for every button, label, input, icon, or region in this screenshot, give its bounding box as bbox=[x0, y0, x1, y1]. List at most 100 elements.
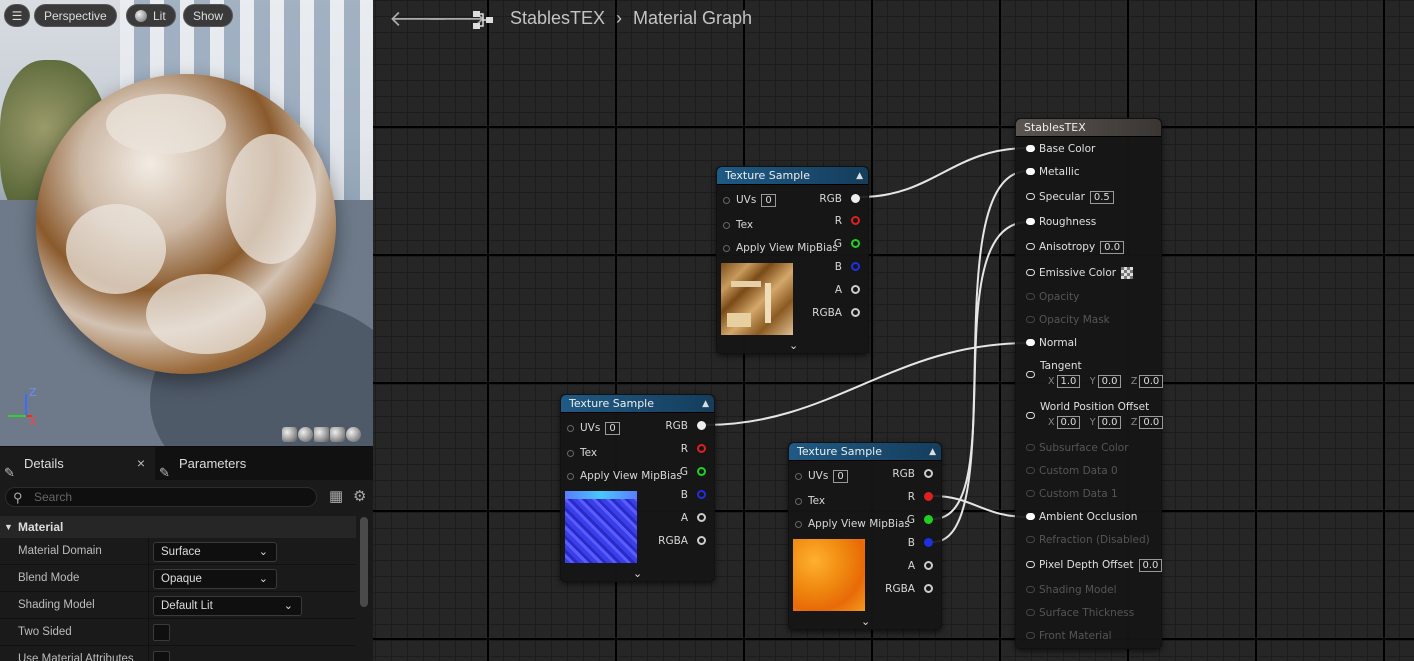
wpo-y-field[interactable]: 0.0 bbox=[1097, 416, 1122, 429]
rgba-output-pin[interactable] bbox=[924, 584, 933, 593]
material-preview-viewport[interactable]: ☰ Perspective Lit Show Z X bbox=[0, 0, 373, 446]
world-position-offset-pin[interactable]: World Position Offset bbox=[1026, 400, 1149, 419]
viewport-menu-button[interactable]: ☰ bbox=[4, 4, 30, 27]
b-output-pin[interactable] bbox=[851, 262, 860, 271]
collapse-icon[interactable]: ▲ bbox=[702, 395, 709, 413]
pin-label: Opacity Mask bbox=[1039, 314, 1110, 326]
rgb-output-pin[interactable] bbox=[851, 194, 860, 203]
r-output-pin[interactable] bbox=[851, 216, 860, 225]
shading-model-dropdown[interactable]: Default Lit ⌄ bbox=[153, 596, 302, 616]
expand-chevron-icon[interactable]: ⌄ bbox=[633, 567, 642, 580]
node-header[interactable]: Texture Sample ▲ bbox=[789, 443, 941, 461]
use-material-attributes-checkbox[interactable] bbox=[153, 651, 170, 661]
pin-label: Apply View MipBias bbox=[580, 470, 682, 482]
g-output-pin[interactable] bbox=[924, 515, 933, 524]
specular-pin[interactable]: Specular 0.5 bbox=[1026, 190, 1114, 204]
r-output-pin[interactable] bbox=[697, 444, 706, 453]
texture-sample-node-3[interactable]: Texture Sample ▲ UVs 0 Tex Apply View MipB… bbox=[788, 442, 942, 630]
a-output-pin[interactable] bbox=[851, 285, 860, 294]
normal-pin[interactable]: Normal bbox=[1026, 336, 1077, 350]
a-output-pin[interactable] bbox=[924, 561, 933, 570]
tangent-y-field[interactable]: 0.0 bbox=[1097, 375, 1122, 388]
blend-mode-dropdown[interactable]: Opaque ⌄ bbox=[153, 569, 277, 589]
rgb-output-pin[interactable] bbox=[697, 421, 706, 430]
collapse-icon[interactable]: ▲ bbox=[929, 443, 936, 461]
collapse-icon[interactable]: ▲ bbox=[856, 167, 863, 185]
r-output-pin[interactable] bbox=[924, 492, 933, 501]
material-category-header[interactable]: ▼ Material bbox=[0, 516, 356, 538]
lit-sphere-icon bbox=[135, 10, 147, 22]
tab-parameters[interactable]: ✎ Parameters bbox=[155, 447, 335, 480]
node-header[interactable]: Texture Sample ▲ bbox=[717, 167, 868, 185]
node-header[interactable]: Texture Sample ▲ bbox=[561, 395, 714, 413]
search-icon: ⚲ bbox=[13, 490, 23, 505]
rgb-output-pin[interactable] bbox=[924, 469, 933, 478]
pin-label: Subsurface Color bbox=[1039, 442, 1129, 454]
pin-label: Tex bbox=[580, 447, 598, 459]
mipbias-input-pin[interactable]: Apply View MipBias bbox=[723, 241, 838, 255]
pin-label: Tex bbox=[736, 219, 754, 231]
uvs-input-pin[interactable]: UVs 0 bbox=[567, 421, 620, 435]
rgba-output-pin[interactable] bbox=[851, 308, 860, 317]
cube-preview-icon[interactable] bbox=[330, 427, 345, 442]
material-domain-dropdown[interactable]: Surface ⌄ bbox=[153, 542, 277, 562]
expand-chevron-icon[interactable]: ⌄ bbox=[861, 615, 870, 628]
wpo-x-field[interactable]: 0.0 bbox=[1056, 416, 1081, 429]
show-button[interactable]: Show bbox=[183, 4, 234, 27]
tangent-z-field[interactable]: 0.0 bbox=[1139, 375, 1164, 388]
pdo-value-field[interactable]: 0.0 bbox=[1138, 559, 1163, 572]
close-icon[interactable]: × bbox=[137, 447, 145, 480]
cylinder-preview-icon[interactable] bbox=[282, 427, 297, 442]
tangent-x-field[interactable]: 1.0 bbox=[1056, 375, 1081, 388]
a-output-pin[interactable] bbox=[697, 513, 706, 522]
b-output-pin[interactable] bbox=[697, 490, 706, 499]
plane-preview-icon[interactable] bbox=[314, 427, 329, 442]
uvs-input-pin[interactable]: UVs 0 bbox=[723, 193, 776, 207]
sphere-preview-icon[interactable] bbox=[298, 427, 313, 442]
tangent-vector-fields: X 1.0 Y 0.0 Z 0.0 bbox=[1048, 374, 1164, 388]
rgba-output-pin[interactable] bbox=[697, 536, 706, 545]
gear-icon[interactable]: ⚙ bbox=[353, 487, 366, 505]
tab-details[interactable]: ✎ Details × bbox=[0, 447, 155, 480]
wpo-z-field[interactable]: 0.0 bbox=[1139, 416, 1164, 429]
mipbias-input-pin[interactable]: Apply View MipBias bbox=[567, 469, 682, 483]
b-output-pin[interactable] bbox=[924, 538, 933, 547]
teapot-preview-icon[interactable] bbox=[346, 427, 361, 442]
texture-sample-node-2[interactable]: Texture Sample ▲ UVs 0 Tex Apply View MipB… bbox=[560, 394, 715, 582]
tex-input-pin[interactable]: Tex bbox=[567, 446, 597, 460]
tex-input-pin[interactable]: Tex bbox=[723, 218, 753, 232]
color-swatch-icon[interactable] bbox=[1121, 267, 1134, 279]
roughness-pin[interactable]: Roughness bbox=[1026, 215, 1096, 229]
anisotropy-value-field[interactable]: 0.0 bbox=[1100, 241, 1125, 254]
result-node-header[interactable]: StablesTEX bbox=[1016, 119, 1161, 137]
material-graph-canvas[interactable]: 🡐 🡒 StablesTEX › Material Graph Texture … bbox=[373, 0, 1414, 661]
hamburger-icon: ☰ bbox=[11, 9, 23, 23]
expand-chevron-icon[interactable]: ⌄ bbox=[789, 339, 798, 352]
uvs-value-field[interactable]: 0 bbox=[833, 470, 848, 483]
details-scrollbar[interactable] bbox=[360, 517, 368, 607]
base-color-pin[interactable]: Base Color bbox=[1026, 142, 1095, 156]
two-sided-checkbox[interactable] bbox=[153, 624, 170, 641]
anisotropy-pin[interactable]: Anisotropy 0.0 bbox=[1026, 240, 1125, 254]
uvs-value-field[interactable]: 0 bbox=[761, 194, 776, 207]
specular-value-field[interactable]: 0.5 bbox=[1089, 191, 1114, 204]
perspective-button[interactable]: Perspective bbox=[34, 4, 117, 27]
uvs-input-pin[interactable]: UVs 0 bbox=[795, 469, 848, 483]
g-output-pin[interactable] bbox=[851, 239, 860, 248]
texture-sample-node-1[interactable]: Texture Sample ▲ UVs 0 Tex Apply View MipB… bbox=[716, 166, 869, 354]
tangent-pin[interactable]: Tangent bbox=[1026, 359, 1082, 378]
pixel-depth-offset-pin[interactable]: Pixel Depth Offset 0.0 bbox=[1026, 558, 1163, 572]
tex-input-pin[interactable]: Tex bbox=[795, 494, 825, 508]
wire-rgb-to-basecolor bbox=[859, 147, 1029, 198]
g-output-pin[interactable] bbox=[697, 467, 706, 476]
material-result-node[interactable]: StablesTEX Base Color Metallic Specular 0… bbox=[1015, 118, 1164, 649]
lit-button[interactable]: Lit bbox=[126, 4, 176, 27]
table-view-icon[interactable]: ▦ bbox=[329, 487, 343, 505]
preview-shape-buttons[interactable] bbox=[282, 427, 361, 445]
emissive-color-pin[interactable]: Emissive Color bbox=[1026, 266, 1134, 280]
metallic-pin[interactable]: Metallic bbox=[1026, 165, 1080, 179]
ambient-occlusion-pin[interactable]: Ambient Occlusion bbox=[1026, 510, 1137, 524]
mipbias-input-pin[interactable]: Apply View MipBias bbox=[795, 517, 910, 531]
uvs-value-field[interactable]: 0 bbox=[605, 422, 620, 435]
details-search-input[interactable]: ⚲ Search bbox=[5, 487, 317, 507]
